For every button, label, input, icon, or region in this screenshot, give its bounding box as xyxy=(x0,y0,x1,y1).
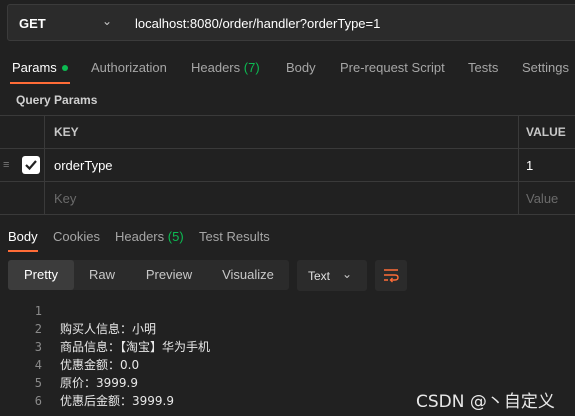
response-tab-cookies[interactable]: Cookies xyxy=(53,229,100,244)
code-line: 1 xyxy=(0,302,575,320)
code-line: 4 优惠金额：0.0 xyxy=(0,356,575,374)
param-value[interactable]: 1 xyxy=(526,158,533,173)
query-params-title: Query Params xyxy=(16,93,98,107)
column-header-value: VALUE xyxy=(526,125,566,139)
code-line: 2 购买人信息：小明 xyxy=(0,320,575,338)
line-number: 3 xyxy=(34,340,42,354)
tab-settings[interactable]: Settings xyxy=(522,60,569,75)
response-tab-body[interactable]: Body xyxy=(8,229,38,244)
active-tab-indicator xyxy=(10,82,70,84)
tab-headers-label: Headers xyxy=(191,60,241,75)
drag-handle-icon[interactable]: ≡ xyxy=(3,159,9,171)
wrap-lines-icon xyxy=(384,269,399,283)
params-table: KEY VALUE ≡ orderType 1 Key Value xyxy=(0,115,575,215)
line-number: 2 xyxy=(34,322,42,336)
column-divider xyxy=(44,116,45,148)
tab-params[interactable]: Params xyxy=(12,60,68,75)
view-preview-button[interactable]: Preview xyxy=(132,260,206,290)
response-headers-count: (5) xyxy=(167,229,184,244)
tab-authorization[interactable]: Authorization xyxy=(91,60,167,75)
line-text: 原价：3999.9 xyxy=(60,376,138,390)
column-header-key: KEY xyxy=(54,125,79,139)
line-text: 商品信息：【淘宝】华为手机 xyxy=(60,340,211,354)
column-divider xyxy=(518,116,519,148)
line-number: 4 xyxy=(34,358,42,372)
table-row-empty: Key Value xyxy=(0,182,575,215)
line-number: 5 xyxy=(34,376,42,390)
tab-params-label: Params xyxy=(12,60,57,75)
watermark: CSDN @丶自定义 xyxy=(416,392,555,412)
new-key-input[interactable]: Key xyxy=(54,191,76,206)
active-response-tab-indicator xyxy=(8,250,38,252)
view-raw-button[interactable]: Raw xyxy=(74,260,130,290)
headers-count: (7) xyxy=(243,60,260,75)
table-header-row: KEY VALUE xyxy=(0,116,575,149)
param-enabled-checkbox[interactable] xyxy=(22,156,40,174)
column-divider xyxy=(44,182,45,214)
tab-body[interactable]: Body xyxy=(286,60,316,75)
column-divider xyxy=(44,149,45,181)
line-number: 6 xyxy=(34,394,42,408)
view-visualize-button[interactable]: Visualize xyxy=(208,260,288,290)
line-number: 1 xyxy=(34,304,42,318)
line-text: 购买人信息：小明 xyxy=(60,322,157,336)
column-divider xyxy=(518,149,519,181)
url-text: localhost:8080/order/handler?orderType=1 xyxy=(135,16,381,31)
request-tabs: Params Authorization Headers (7) Body Pr… xyxy=(0,52,575,84)
view-mode-group: Pretty Raw Preview Visualize xyxy=(8,260,289,290)
new-value-input[interactable]: Value xyxy=(526,191,558,206)
tab-headers[interactable]: Headers (7) xyxy=(191,60,260,75)
method-select[interactable]: GET ⌄ xyxy=(7,4,125,41)
tab-prerequest-script[interactable]: Pre-request Script xyxy=(340,60,445,75)
table-row: ≡ orderType 1 xyxy=(0,149,575,182)
url-bar: GET ⌄ localhost:8080/order/handler?order… xyxy=(0,0,575,44)
line-text: 优惠后金额：3999.9 xyxy=(60,394,174,408)
view-pretty-button[interactable]: Pretty xyxy=(8,260,74,290)
response-tab-headers-label: Headers xyxy=(115,229,165,244)
param-key[interactable]: orderType xyxy=(54,158,113,173)
chevron-down-icon: ⌄ xyxy=(342,267,353,281)
wrap-lines-button[interactable] xyxy=(375,260,407,291)
tab-tests[interactable]: Tests xyxy=(468,60,498,75)
response-tab-test-results[interactable]: Test Results xyxy=(199,229,270,244)
format-label: Text xyxy=(308,269,331,283)
method-label: GET xyxy=(19,16,46,31)
format-select[interactable]: Text ⌄ xyxy=(297,260,367,291)
url-input[interactable]: localhost:8080/order/handler?orderType=1 xyxy=(124,4,575,41)
response-tabs: Body Cookies Headers (5) Test Results xyxy=(0,224,575,252)
column-divider xyxy=(518,182,519,214)
chevron-down-icon: ⌄ xyxy=(102,14,113,28)
response-tab-headers[interactable]: Headers (5) xyxy=(115,229,184,244)
active-dot-icon xyxy=(61,64,68,71)
code-line: 3 商品信息：【淘宝】华为手机 xyxy=(0,338,575,356)
line-text: 优惠金额：0.0 xyxy=(60,358,140,372)
